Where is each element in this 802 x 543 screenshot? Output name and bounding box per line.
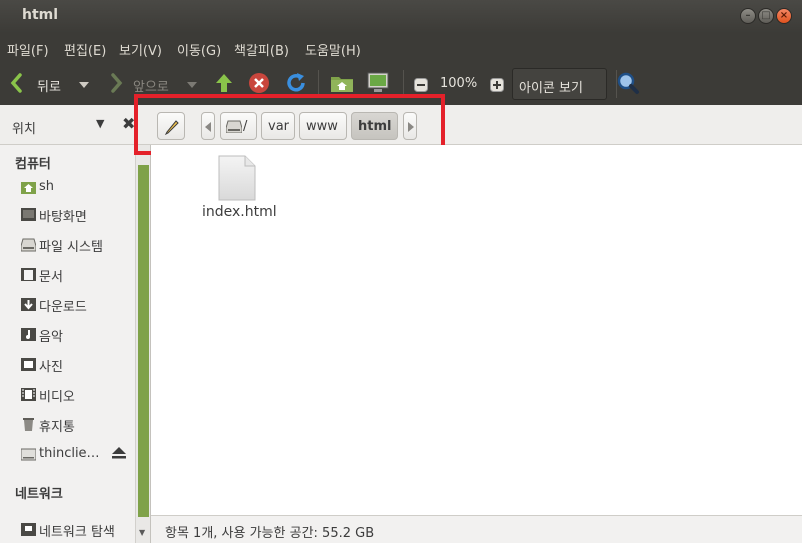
search-icon [617,72,639,94]
home-folder-icon [21,182,36,194]
search-button[interactable] [616,71,640,99]
sidebar-item-trash[interactable]: 휴지통 [21,414,136,436]
sidebar-scrollbar[interactable]: ▼ [135,145,150,543]
scrollbar-thumb[interactable] [138,165,149,517]
stop-icon [249,73,269,93]
chevron-down-icon [187,82,197,88]
sidebar-item-label: 바탕화면 [39,210,87,225]
view-mode-value: 아이콘 보기 [519,81,583,96]
sidebar-item-label: 네트워크 탐색 [39,525,115,540]
sidebar-item-downloads[interactable]: 다운로드 [21,294,136,316]
sidebar-item-label: 사진 [39,360,63,375]
sidebar-item-label: 휴지통 [39,420,75,435]
menu-help[interactable]: 도움말(H) [305,40,361,59]
back-history-dropdown[interactable] [78,78,90,93]
sidebar-item-home[interactable]: sh [21,177,136,199]
back-arrow-icon [10,73,22,93]
trash-icon [23,418,34,431]
documents-folder-icon [21,268,36,281]
sidebar-item-label: 다운로드 [39,300,87,315]
window-title: html [22,7,59,23]
sidebar-item-label: 파일 시스템 [39,240,103,255]
menu-file[interactable]: 파일(F) [7,40,49,59]
forward-label[interactable]: 앞으로 [133,76,169,95]
sidebar-item-label: sh [39,179,55,194]
zoom-in-icon [490,78,504,92]
close-window-button[interactable]: × [776,8,792,24]
sidebar-item-videos[interactable]: 비디오 [21,384,136,406]
sidebar-item-music[interactable]: 음악 [21,324,136,346]
network-icon [21,523,36,536]
sidebar-item-filesystem[interactable]: 파일 시스템 [21,234,136,256]
chevron-down-icon [79,82,89,88]
videos-folder-icon [21,388,36,401]
zoom-out-icon [414,78,428,92]
title-bar: html – □ × [0,0,802,33]
menu-go[interactable]: 이동(G) [177,40,221,59]
music-folder-icon [21,328,36,341]
chevron-down-icon[interactable]: ▼ [96,117,104,130]
forward-arrow-icon [111,73,123,93]
computer-icon [367,72,389,92]
back-label[interactable]: 뒤로 [37,76,61,95]
sidebar-mode-label[interactable]: 위치 [12,118,36,137]
zoom-level: 100% [440,76,478,91]
hard-drive-icon [21,238,36,252]
drive-icon [21,448,36,461]
pictures-folder-icon [21,358,36,371]
sidebar-item-label: 비디오 [39,390,75,405]
reload-icon [287,73,305,92]
sidebar-header: 위치 ▼ ✖ [0,105,151,145]
sidebar-item-desktop[interactable]: 바탕화면 [21,204,136,226]
minimize-icon: – [745,10,751,21]
home-folder-icon [331,77,353,92]
maximize-button[interactable]: □ [758,8,774,24]
file-name[interactable]: index.html [202,204,277,220]
back-button[interactable] [8,72,26,98]
status-text: 항목 1개, 사용 가능한 공간: 55.2 GB [165,526,375,541]
sidebar-item-label: thinclie… [39,446,100,461]
menu-bar: 파일(F) 편집(E) 보기(V) 이동(G) 책갈피(B) 도움말(H) [0,33,802,62]
sidebar: 위치 ▼ ✖ 컴퓨터 sh 바탕화면 파일 시스템 문서 다운로드 음악 사진 … [0,105,151,543]
sidebar-item-documents[interactable]: 문서 [21,264,136,286]
maximize-icon: □ [761,10,771,21]
eject-icon[interactable] [111,447,127,459]
forward-history-dropdown[interactable] [186,78,198,93]
zoom-in-button[interactable] [490,78,504,96]
scroll-down-arrow-icon[interactable]: ▼ [139,528,145,537]
file-icon[interactable] [218,155,256,201]
minimize-button[interactable]: – [740,8,756,24]
menu-view[interactable]: 보기(V) [119,40,162,59]
sidebar-section-network: 네트워크 [15,487,63,502]
sidebar-item-label: 음악 [39,330,63,345]
sidebar-item-pictures[interactable]: 사진 [21,354,136,376]
view-mode-select[interactable]: 아이콘 보기 [512,68,607,100]
sidebar-section-computer: 컴퓨터 [15,157,51,172]
forward-button[interactable] [108,72,126,98]
status-bar: 항목 1개, 사용 가능한 공간: 55.2 GB [151,515,802,543]
sidebar-item-label: 문서 [39,270,63,285]
close-icon: × [779,10,789,21]
sidebar-item-browse-network[interactable]: 네트워크 탐색 [21,519,136,541]
menu-bookmarks[interactable]: 책갈피(B) [234,40,289,59]
menu-edit[interactable]: 편집(E) [64,40,106,59]
desktop-icon [21,208,36,221]
downloads-folder-icon [21,298,36,311]
up-arrow-icon [216,74,232,92]
